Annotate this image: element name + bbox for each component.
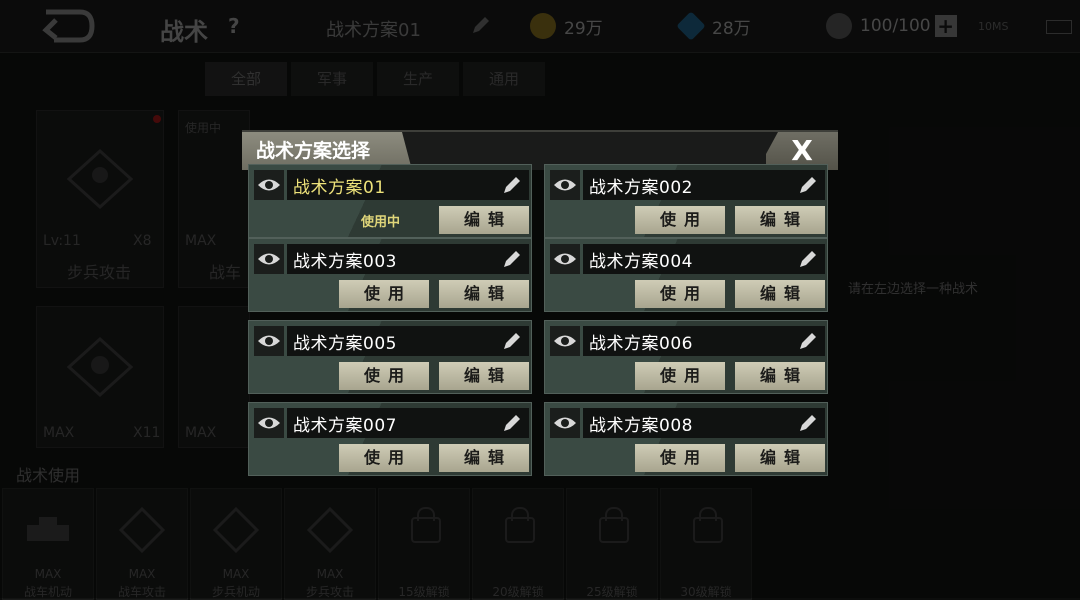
- use-button[interactable]: 使用: [635, 280, 725, 308]
- eye-icon[interactable]: [550, 244, 580, 274]
- edit-button[interactable]: 编辑: [735, 206, 825, 234]
- plan-name-bar: 战术方案002: [583, 170, 825, 200]
- plan-name-bar: 战术方案008: [583, 408, 825, 438]
- plan-name: 战术方案003: [293, 252, 397, 272]
- plan-card[interactable]: 战术方案01 使用中 编辑: [248, 164, 532, 238]
- eye-icon[interactable]: [550, 170, 580, 200]
- plan-name-bar: 战术方案004: [583, 244, 825, 274]
- eye-icon[interactable]: [254, 170, 284, 200]
- plan-select-modal: 战术方案选择 X 战术方案01 使用中 编辑 战术方案002 使用 编辑 战术方…: [242, 124, 838, 484]
- pencil-icon[interactable]: [501, 174, 523, 196]
- pencil-icon[interactable]: [797, 412, 819, 434]
- in-use-label: 使用中: [361, 215, 401, 230]
- plan-name-bar: 战术方案007: [287, 408, 529, 438]
- plan-card[interactable]: 战术方案004 使用 编辑: [544, 238, 828, 312]
- edit-button[interactable]: 编辑: [735, 362, 825, 390]
- pencil-icon[interactable]: [797, 248, 819, 270]
- use-button[interactable]: 使用: [635, 206, 725, 234]
- edit-button[interactable]: 编辑: [439, 206, 529, 234]
- plan-name: 战术方案008: [589, 416, 693, 436]
- pencil-icon[interactable]: [501, 412, 523, 434]
- eye-icon[interactable]: [254, 408, 284, 438]
- plan-card[interactable]: 战术方案002 使用 编辑: [544, 164, 828, 238]
- eye-icon[interactable]: [550, 408, 580, 438]
- plan-card[interactable]: 战术方案003 使用 编辑: [248, 238, 532, 312]
- edit-button[interactable]: 编辑: [439, 362, 529, 390]
- use-button[interactable]: 使用: [635, 444, 725, 472]
- plan-card[interactable]: 战术方案006 使用 编辑: [544, 320, 828, 394]
- plan-name-bar: 战术方案01: [287, 170, 529, 200]
- eye-icon[interactable]: [254, 244, 284, 274]
- use-button[interactable]: 使用: [635, 362, 725, 390]
- plan-card[interactable]: 战术方案008 使用 编辑: [544, 402, 828, 476]
- pencil-icon[interactable]: [501, 248, 523, 270]
- use-button[interactable]: 使用: [339, 444, 429, 472]
- plan-name: 战术方案006: [589, 334, 693, 354]
- edit-button[interactable]: 编辑: [439, 444, 529, 472]
- plan-name: 战术方案01: [293, 178, 386, 198]
- pencil-icon[interactable]: [501, 330, 523, 352]
- plan-card[interactable]: 战术方案007 使用 编辑: [248, 402, 532, 476]
- plan-name-bar: 战术方案005: [287, 326, 529, 356]
- edit-button[interactable]: 编辑: [735, 280, 825, 308]
- edit-button[interactable]: 编辑: [439, 280, 529, 308]
- plan-name: 战术方案005: [293, 334, 397, 354]
- pencil-icon[interactable]: [797, 330, 819, 352]
- eye-icon[interactable]: [550, 326, 580, 356]
- edit-button[interactable]: 编辑: [735, 444, 825, 472]
- use-button[interactable]: 使用: [339, 362, 429, 390]
- plan-name-bar: 战术方案006: [583, 326, 825, 356]
- use-button[interactable]: 使用: [339, 280, 429, 308]
- plan-name: 战术方案007: [293, 416, 397, 436]
- plan-name: 战术方案004: [589, 252, 693, 272]
- plan-card[interactable]: 战术方案005 使用 编辑: [248, 320, 532, 394]
- pencil-icon[interactable]: [797, 174, 819, 196]
- plan-name: 战术方案002: [589, 178, 693, 198]
- eye-icon[interactable]: [254, 326, 284, 356]
- plan-name-bar: 战术方案003: [287, 244, 529, 274]
